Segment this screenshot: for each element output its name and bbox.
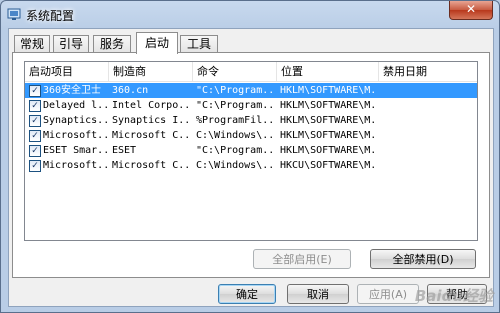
row-checkbox[interactable]: ✓ [29, 100, 41, 112]
tab-services[interactable]: 服务 [93, 35, 131, 53]
location: HKLM\SOFTWARE\M... [280, 85, 378, 96]
column-header-command[interactable]: 命令 [193, 62, 277, 81]
dialog-client-area: 常规 引导 服务 启动 工具 启动项目 制造商 命令 位置 禁用日期 ✓ 360… [8, 28, 494, 307]
manufacturer: ESET [112, 145, 137, 156]
location: HKLM\SOFTWARE\M... [280, 100, 378, 111]
table-row[interactable]: ✓ ESET Smar... ESET "C:\Program... HKLM\… [25, 143, 477, 158]
item-name: Delayed l... [43, 100, 107, 111]
item-name: ESET Smar... [43, 145, 107, 156]
startup-tab-panel: 启动项目 制造商 命令 位置 禁用日期 ✓ 360安全卫士 360.cn "C:… [12, 52, 490, 278]
column-header-location[interactable]: 位置 [277, 62, 379, 81]
list-header: 启动项目 制造商 命令 位置 禁用日期 [25, 62, 477, 82]
row-checkbox[interactable]: ✓ [29, 160, 41, 172]
window-title: 系统配置 [26, 9, 75, 23]
row-checkbox[interactable]: ✓ [29, 85, 41, 97]
table-row[interactable]: ✓ 360安全卫士 360.cn "C:\Program... HKLM\SOF… [25, 83, 477, 98]
table-row[interactable]: ✓ Synaptics... Synaptics I... %ProgramFi… [25, 113, 477, 128]
title-bar[interactable]: 系统配置 ✕ [1, 1, 499, 27]
item-name: Synaptics... [43, 115, 107, 126]
column-header-manufacturer[interactable]: 制造商 [109, 62, 193, 81]
table-row[interactable]: ✓ Microsoft... Microsoft C... C:\Windows… [25, 158, 477, 173]
location: HKCU\SOFTWARE\M... [280, 160, 378, 171]
location: HKLM\SOFTWARE\M... [280, 145, 378, 156]
table-row[interactable]: ✓ Microsoft... Microsoft C... C:\Windows… [25, 128, 477, 143]
column-header-disable-date[interactable]: 禁用日期 [379, 62, 477, 81]
command: C:\Windows\... [196, 130, 276, 141]
manufacturer: Intel Corpo... [112, 100, 192, 111]
cancel-button[interactable]: 取消 [287, 284, 349, 304]
tab-boot[interactable]: 引导 [53, 35, 89, 53]
system-config-icon [7, 8, 21, 20]
baidu-watermark: Baidu经验 [414, 287, 493, 305]
startup-items-list[interactable]: 启动项目 制造商 命令 位置 禁用日期 ✓ 360安全卫士 360.cn "C:… [24, 61, 478, 241]
item-name: Microsoft... [43, 160, 107, 171]
enable-all-button[interactable]: 全部启用(E) [253, 249, 351, 269]
manufacturer: Microsoft C... [112, 160, 192, 171]
row-checkbox[interactable]: ✓ [29, 115, 41, 127]
location: HKLM\SOFTWARE\M... [280, 115, 378, 126]
table-row[interactable]: ✓ Delayed l... Intel Corpo... "C:\Progra… [25, 98, 477, 113]
item-name: 360安全卫士 [43, 85, 102, 96]
manufacturer: 360.cn [112, 85, 149, 96]
row-checkbox[interactable]: ✓ [29, 130, 41, 142]
item-name: Microsoft... [43, 130, 107, 141]
command: "C:\Program... [196, 85, 276, 96]
command: C:\Windows\... [196, 160, 276, 171]
command: "C:\Program... [196, 100, 276, 111]
row-checkbox[interactable]: ✓ [29, 145, 41, 157]
manufacturer: Synaptics I... [112, 115, 192, 126]
ok-button[interactable]: 确定 [218, 284, 276, 304]
location: HKLM\SOFTWARE\M... [280, 130, 378, 141]
tab-general[interactable]: 常规 [14, 35, 50, 53]
command: %ProgramFil... [196, 115, 276, 126]
tab-startup[interactable]: 启动 [136, 32, 178, 54]
manufacturer: Microsoft C... [112, 130, 192, 141]
apply-button[interactable]: 应用(A) [357, 284, 419, 304]
system-config-window: 系统配置 ✕ 常规 引导 服务 启动 工具 启动项目 制造商 命令 位置 禁用日… [0, 0, 500, 313]
tab-tools[interactable]: 工具 [180, 35, 218, 53]
column-header-item[interactable]: 启动项目 [25, 62, 109, 81]
close-button[interactable]: ✕ [449, 1, 493, 20]
disable-all-button[interactable]: 全部禁用(D) [370, 249, 476, 269]
command: "C:\Program... [196, 145, 276, 156]
